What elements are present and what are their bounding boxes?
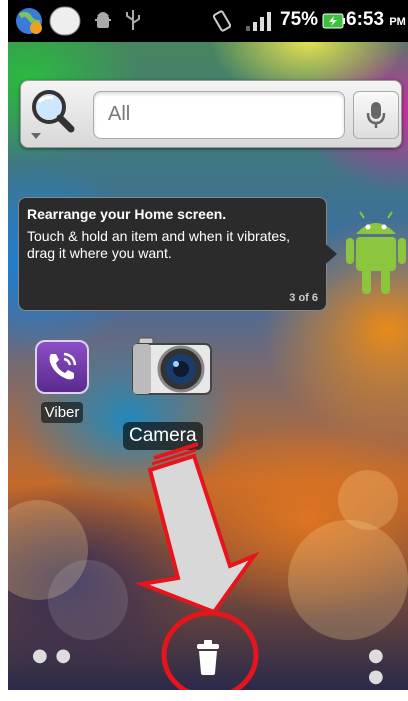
trash-button[interactable]: [194, 636, 222, 676]
trash-icon: [194, 640, 222, 680]
drag-arrow-annotation: [134, 442, 260, 615]
annotation-overlay: [134, 442, 260, 690]
page-dots-left-icon[interactable]: ● ●: [32, 645, 72, 666]
phone-screen: 75% 6:53 PM All Rearrange your Home scre…: [8, 0, 408, 690]
page-dots-right-icon[interactable]: ● ●: [368, 645, 408, 687]
